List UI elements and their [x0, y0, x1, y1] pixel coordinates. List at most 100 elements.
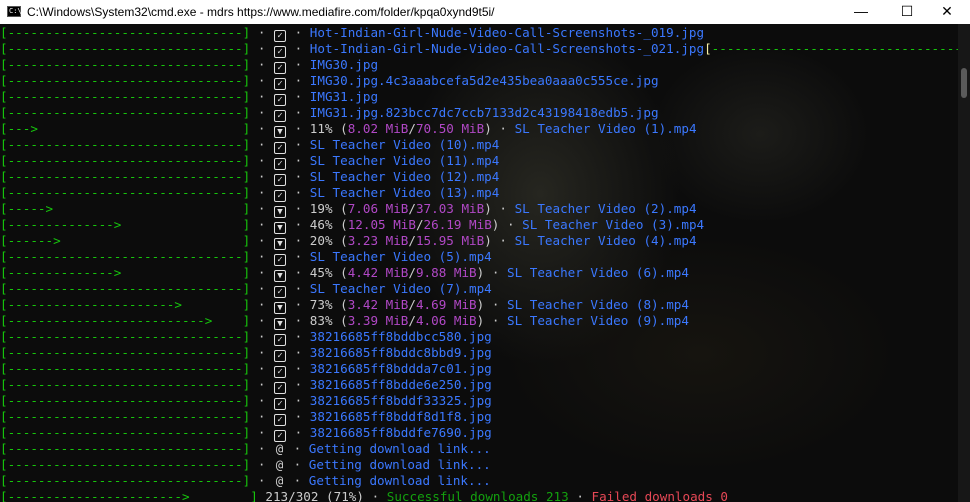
- separator: ·: [491, 265, 500, 280]
- separator: ·: [257, 377, 266, 392]
- total-size: 9.88 MiB: [415, 265, 477, 280]
- separator: ·: [294, 185, 303, 200]
- spinner-icon: @: [275, 457, 284, 472]
- separator: ·: [257, 233, 266, 248]
- separator: ·: [294, 57, 303, 72]
- file-name: SL Teacher Video (3).mp4: [522, 217, 705, 232]
- separator: ·: [257, 265, 266, 280]
- separator: ·: [257, 345, 266, 360]
- console-line: [----------------------> ] · ▼ · 73% (3.…: [0, 297, 689, 314]
- console-output[interactable]: [-------------------------------] · ✓ · …: [0, 24, 958, 502]
- console-line: [--------------> ] · ▼ · 45% (4.42 MiB/9…: [0, 265, 689, 282]
- file-name: IMG31.jpg: [309, 89, 379, 104]
- file-name: 38216685ff8bddbcc580.jpg: [309, 329, 492, 344]
- download-percent: 19%: [309, 201, 333, 216]
- separator: ·: [294, 265, 303, 280]
- file-name: Hot-Indian-Girl-Nude-Video-Call-Screensh…: [309, 25, 705, 40]
- progress-bar: [-------------------------------]: [0, 105, 251, 120]
- total-size: 4.69 MiB: [415, 297, 477, 312]
- download-percent: 20%: [309, 233, 333, 248]
- download-percent: 11%: [309, 121, 333, 136]
- console-line: [-------------------------------] · ✓ · …: [0, 25, 705, 42]
- file-name: 38216685ff8bdde6e250.jpg: [309, 377, 492, 392]
- total-size: 26.19 MiB: [423, 217, 492, 232]
- separator: ·: [257, 281, 266, 296]
- file-name: SL Teacher Video (7).mp4: [309, 281, 492, 296]
- total-size: 37.03 MiB: [415, 201, 485, 216]
- file-name: SL Teacher Video (11).mp4: [309, 153, 500, 168]
- downloaded-size: 4.42 MiB: [347, 265, 409, 280]
- console-line: [-------------------------------] · ✓ · …: [0, 393, 492, 410]
- file-name: SL Teacher Video (6).mp4: [507, 265, 689, 280]
- separator: ·: [294, 121, 303, 136]
- summary-progress-bar: [-----------------------> ]: [0, 489, 258, 502]
- file-name: SL Teacher Video (8).mp4: [507, 297, 689, 312]
- progress-bar: [-------------------------------]: [0, 185, 251, 200]
- console-line: [-------------------------------] · ✓ · …: [0, 425, 492, 442]
- downloaded-size: 3.42 MiB: [347, 297, 409, 312]
- separator: ·: [294, 425, 303, 440]
- separator: ·: [294, 281, 303, 296]
- separator: ·: [294, 249, 303, 264]
- separator: ·: [293, 473, 302, 488]
- separator: ·: [491, 313, 500, 328]
- progress-bar: [--------------> ]: [0, 265, 251, 280]
- progress-bar: [-------------------------------]: [0, 89, 251, 104]
- separator: ·: [257, 217, 266, 232]
- vertical-scrollbar[interactable]: [958, 24, 970, 502]
- progress-bar: [------> ]: [0, 233, 251, 248]
- separator: ·: [294, 217, 303, 232]
- separator: ·: [257, 25, 266, 40]
- console-line: [-------------------------------] · @ · …: [0, 457, 491, 473]
- console-line: [-------------------------------] · ✓ · …: [0, 137, 499, 154]
- progress-bar: [-------------------------------]: [0, 441, 251, 456]
- downloaded-size: 12.05 MiB: [347, 217, 416, 232]
- separator: ·: [294, 345, 303, 360]
- file-name: 38216685ff8bddc8bbd9.jpg: [309, 345, 492, 360]
- progress-bar: [-------------------------------]: [0, 137, 251, 152]
- separator: ·: [257, 185, 266, 200]
- progress-bar: [---> ]: [0, 121, 251, 136]
- progress-bar: [-------------------------------]: [0, 473, 251, 488]
- separator: ·: [257, 473, 266, 488]
- console-line: [--------------------------> ] · ▼ · 83%…: [0, 313, 689, 330]
- console-line: [-------------------------------] · ✓ · …: [0, 73, 659, 90]
- separator: ·: [294, 361, 303, 376]
- separator: ·: [257, 89, 266, 104]
- file-name: IMG30.jpg.4c3aaabcefa5d2e435bea0aaa0c555…: [309, 73, 659, 88]
- separator: ·: [257, 329, 266, 344]
- file-name: Getting download link...: [308, 457, 491, 472]
- separator: ·: [257, 121, 266, 136]
- file-name: IMG30.jpg: [309, 57, 379, 72]
- minimize-button[interactable]: —: [838, 0, 884, 24]
- total-size: 15.95 MiB: [415, 233, 485, 248]
- separator: ·: [257, 441, 266, 456]
- separator: ·: [257, 201, 266, 216]
- console-line: [--------------> ] · ▼ · 46% (12.05 MiB/…: [0, 217, 705, 234]
- downloaded-size: 3.39 MiB: [347, 313, 409, 328]
- downloaded-size: 7.06 MiB: [347, 201, 409, 216]
- progress-bar: [-------------------------------]: [0, 153, 251, 168]
- bracket-fragment: [: [704, 41, 712, 56]
- progress-bar: [-------------------------------]: [0, 409, 251, 424]
- close-button[interactable]: ✕: [924, 0, 970, 24]
- separator: ·: [499, 121, 507, 136]
- separator: ·: [294, 297, 303, 312]
- console-line: [-------------------------------] · ✓ · …: [0, 345, 492, 362]
- download-percent: 46%: [309, 217, 333, 232]
- console-line: [------> ] · ▼ · 20% (3.23 MiB/15.95 MiB…: [0, 233, 697, 250]
- failed-downloads: Failed downloads 0: [591, 489, 728, 502]
- console-line: [-------------------------------] · ✓ · …: [0, 105, 659, 122]
- downloaded-size: 3.23 MiB: [347, 233, 409, 248]
- separator: ·: [294, 153, 303, 168]
- scrollbar-thumb[interactable]: [961, 68, 967, 98]
- download-percent: 45%: [309, 265, 333, 280]
- separator: ·: [294, 169, 303, 184]
- separator: ·: [257, 73, 266, 88]
- window-titlebar[interactable]: C:\ C:\Windows\System32\cmd.exe - mdrs h…: [0, 0, 970, 24]
- file-name: SL Teacher Video (12).mp4: [309, 169, 500, 184]
- summary-line: [-----------------------> ] 213/302 (71%…: [0, 489, 728, 502]
- separator: ·: [294, 137, 303, 152]
- console-line: [-------------------------------] · ✓ · …: [0, 89, 379, 106]
- separator: ·: [499, 201, 507, 216]
